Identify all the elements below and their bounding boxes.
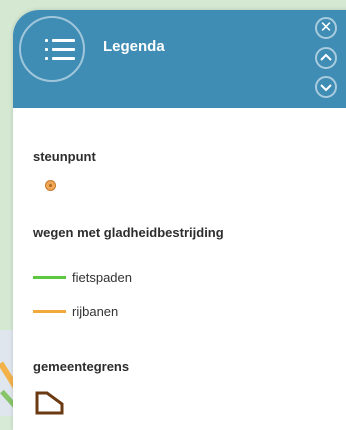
legend-item-fietspaden: fietspaden bbox=[72, 270, 132, 285]
roadway-line-swatch bbox=[33, 310, 66, 313]
scroll-down-button[interactable] bbox=[315, 76, 337, 98]
point-marker-icon bbox=[45, 180, 56, 191]
legend-item-rijbanen: rijbanen bbox=[72, 304, 119, 319]
bike-path-line-swatch bbox=[33, 276, 66, 279]
legend-title: Legenda bbox=[103, 38, 165, 55]
close-button[interactable]: ✕ bbox=[315, 17, 337, 39]
chevron-down-icon bbox=[320, 84, 332, 92]
close-icon: ✕ bbox=[319, 19, 333, 36]
chevron-up-icon bbox=[320, 53, 332, 61]
hamburger-icon bbox=[45, 39, 75, 65]
legend-panel: Legenda ✕ steunpunt wegen met gladheidbe… bbox=[13, 10, 346, 430]
section-title-gemeentegrens: gemeentegrens bbox=[33, 359, 130, 374]
section-title-steunpunt: steunpunt bbox=[33, 149, 96, 164]
section-title-wegen: wegen met gladheidbestrijding bbox=[33, 225, 224, 240]
legend-header: Legenda ✕ bbox=[13, 10, 346, 108]
boundary-polygon-icon bbox=[35, 391, 64, 415]
scroll-up-button[interactable] bbox=[315, 47, 337, 69]
menu-button[interactable] bbox=[19, 16, 85, 82]
